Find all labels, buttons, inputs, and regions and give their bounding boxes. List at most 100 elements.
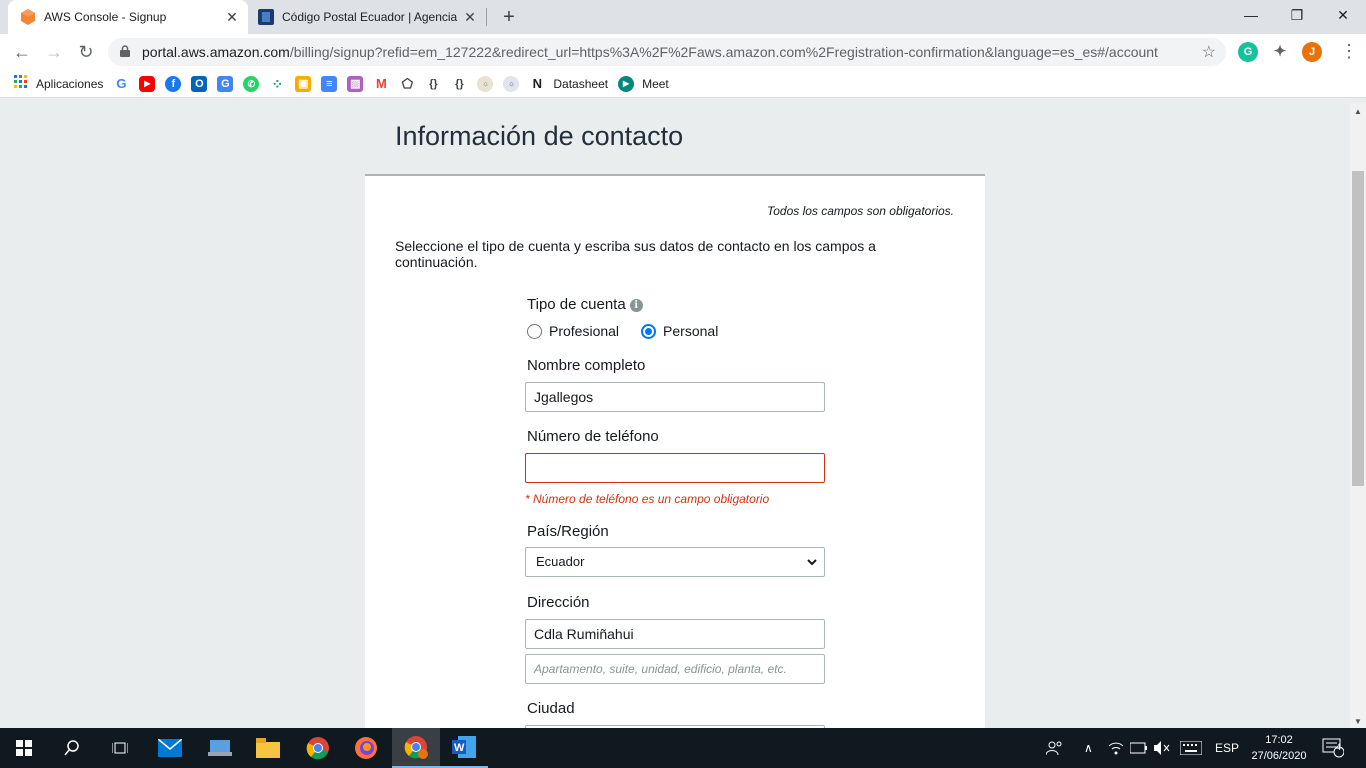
bookmark-outlook[interactable]: O (191, 75, 208, 92)
address-label: Dirección (527, 594, 590, 611)
chrome-profile-icon[interactable] (392, 728, 440, 768)
close-tab-icon[interactable]: ✕ (220, 9, 244, 26)
bookmark-stamp-2[interactable]: ☼ (503, 75, 520, 92)
minimize-button[interactable]: — (1228, 0, 1274, 30)
page-scrollbar[interactable]: ▲ ▼ (1350, 103, 1366, 728)
phone-label: Número de teléfono (527, 428, 659, 445)
tab-label: AWS Console - Signup (44, 10, 167, 24)
form-intro-text: Seleccione el tipo de cuenta y escriba s… (395, 238, 876, 270)
clock[interactable]: 17:02 27/06/2020 (1248, 732, 1310, 764)
stamp-icon: ☼ (477, 75, 494, 92)
word-icon[interactable]: W (440, 728, 488, 768)
tab-codigo-postal[interactable]: Código Postal Ecuador | Agencia ✕ (250, 0, 486, 34)
forward-arrow-icon[interactable]: → (40, 38, 68, 66)
radio-personal-label: Personal (663, 323, 719, 339)
bracket-icon: {} (429, 77, 438, 90)
address-bar[interactable]: portal.aws.amazon.com/billing/signup?ref… (108, 38, 1226, 66)
close-tab-icon[interactable]: ✕ (458, 9, 482, 26)
bookmark-google[interactable]: G (113, 76, 129, 92)
restore-button[interactable]: ❐ (1274, 0, 1320, 30)
scroll-up-arrow-icon[interactable]: ▲ (1354, 107, 1362, 116)
radio-profesional[interactable] (527, 323, 542, 339)
bookmarks-bar: Aplicaciones G ▶ f O G ✆ ⁘ ▣ ≡ ▨ M ⬠ {} … (0, 70, 1366, 98)
bookmark-whatsapp[interactable]: ✆ (243, 75, 260, 92)
grammarly-icon[interactable]: G (1238, 42, 1258, 62)
bookmark-aplicaciones[interactable]: Aplicaciones (14, 75, 103, 92)
bookmark-label: Meet (642, 76, 669, 91)
bookmark-datasheet[interactable]: N Datasheet (529, 76, 608, 92)
bookmark-translate[interactable]: G (217, 75, 234, 92)
required-fields-note: Todos los campos son obligatorios. (767, 204, 954, 218)
bookmark-shape[interactable]: ⬠ (399, 76, 415, 92)
bookmark-gmail[interactable]: M (373, 76, 389, 92)
bookmark-label: Datasheet (553, 76, 609, 91)
profile-avatar[interactable]: J (1302, 42, 1322, 62)
datasheet-icon: N (532, 75, 543, 91)
notification-center-icon[interactable]: 4 (1322, 728, 1344, 768)
country-select[interactable]: Ecuador (525, 547, 825, 577)
scrollbar-thumb[interactable] (1352, 171, 1364, 486)
close-window-button[interactable]: ✕ (1320, 0, 1366, 30)
people-icon[interactable] (1046, 728, 1064, 768)
full-name-label: Nombre completo (527, 357, 646, 374)
page-title: Información de contacto (395, 121, 684, 151)
mail-icon[interactable] (146, 728, 194, 768)
url-host: portal.aws.amazon.com (142, 44, 290, 60)
back-arrow-icon[interactable]: ← (8, 38, 36, 66)
address-line2-input[interactable]: Apartamento, suite, unidad, edificio, pl… (525, 654, 825, 684)
language-indicator[interactable]: ESP (1215, 728, 1239, 768)
battery-icon[interactable] (1130, 728, 1148, 768)
bookmark-bracket-2[interactable]: {} (451, 76, 467, 92)
bookmark-bracket-1[interactable]: {} (425, 76, 441, 92)
tab-separator (486, 8, 487, 26)
file-explorer-icon[interactable] (244, 728, 292, 768)
wifi-icon[interactable] (1108, 728, 1124, 768)
whatsapp-icon: ✆ (243, 75, 260, 92)
lock-icon (120, 44, 134, 60)
bookmark-docs[interactable]: ≡ (321, 75, 338, 92)
site-icon (258, 9, 274, 25)
chevron-up-icon[interactable]: ∧ (1084, 728, 1093, 768)
extensions-puzzle-icon[interactable]: ✦ (1270, 42, 1290, 62)
bookmark-star-icon[interactable]: ☆ (1202, 42, 1216, 62)
chrome-icon[interactable] (294, 728, 342, 768)
reload-icon[interactable]: ↻ (72, 38, 100, 66)
docs-icon: ≡ (321, 75, 338, 92)
browser-toolbar: ← → ↻ portal.aws.amazon.com/billing/sign… (0, 34, 1366, 70)
full-name-input[interactable]: Jgallegos (525, 382, 825, 412)
bookmark-meet[interactable]: ▶ Meet (618, 75, 669, 92)
menu-kebab-icon[interactable]: ⋮ (1340, 41, 1358, 61)
scroll-down-arrow-icon[interactable]: ▼ (1354, 717, 1362, 726)
bookmark-classroom[interactable]: ▣ (295, 75, 312, 92)
windows-start-icon[interactable] (0, 728, 48, 768)
country-label: País/Región (527, 523, 609, 540)
dots-icon: ⁘ (271, 75, 284, 92)
bookmark-stamp-1[interactable]: ☼ (477, 75, 494, 92)
keyboard-icon[interactable] (1180, 728, 1202, 768)
phone-input[interactable] (525, 453, 825, 483)
firefox-icon[interactable] (342, 728, 390, 768)
google-icon: G (116, 75, 127, 91)
info-icon[interactable]: i (629, 299, 643, 312)
classroom-icon: ▣ (295, 75, 312, 92)
radio-personal[interactable] (641, 323, 657, 339)
windows-taskbar: W ∧ ESP 17:02 27/06/2020 4 (0, 728, 1366, 768)
account-type-label-text: Tipo de cuenta (527, 296, 626, 313)
tab-aws-console[interactable]: AWS Console - Signup ✕ (8, 0, 248, 34)
new-tab-button[interactable]: + (496, 5, 522, 29)
search-icon[interactable] (48, 728, 96, 768)
address-line1-input[interactable]: Cdla Rumiñahui (525, 619, 825, 649)
bookmark-dots[interactable]: ⁘ (269, 76, 285, 92)
youtube-icon: ▶ (139, 75, 156, 92)
bookmark-youtube[interactable]: ▶ (139, 75, 156, 92)
network-computer-icon[interactable] (196, 728, 244, 768)
volume-muted-icon[interactable] (1154, 728, 1170, 768)
radio-profesional-label: Profesional (549, 323, 620, 339)
bookmark-facebook[interactable]: f (165, 75, 182, 92)
outlook-icon: O (191, 75, 208, 92)
bookmark-pattern[interactable]: ▨ (347, 75, 364, 92)
pattern-icon: ▨ (347, 75, 364, 92)
task-view-icon[interactable] (96, 728, 144, 768)
translate-icon: G (217, 75, 234, 92)
city-label: Ciudad (527, 700, 575, 717)
